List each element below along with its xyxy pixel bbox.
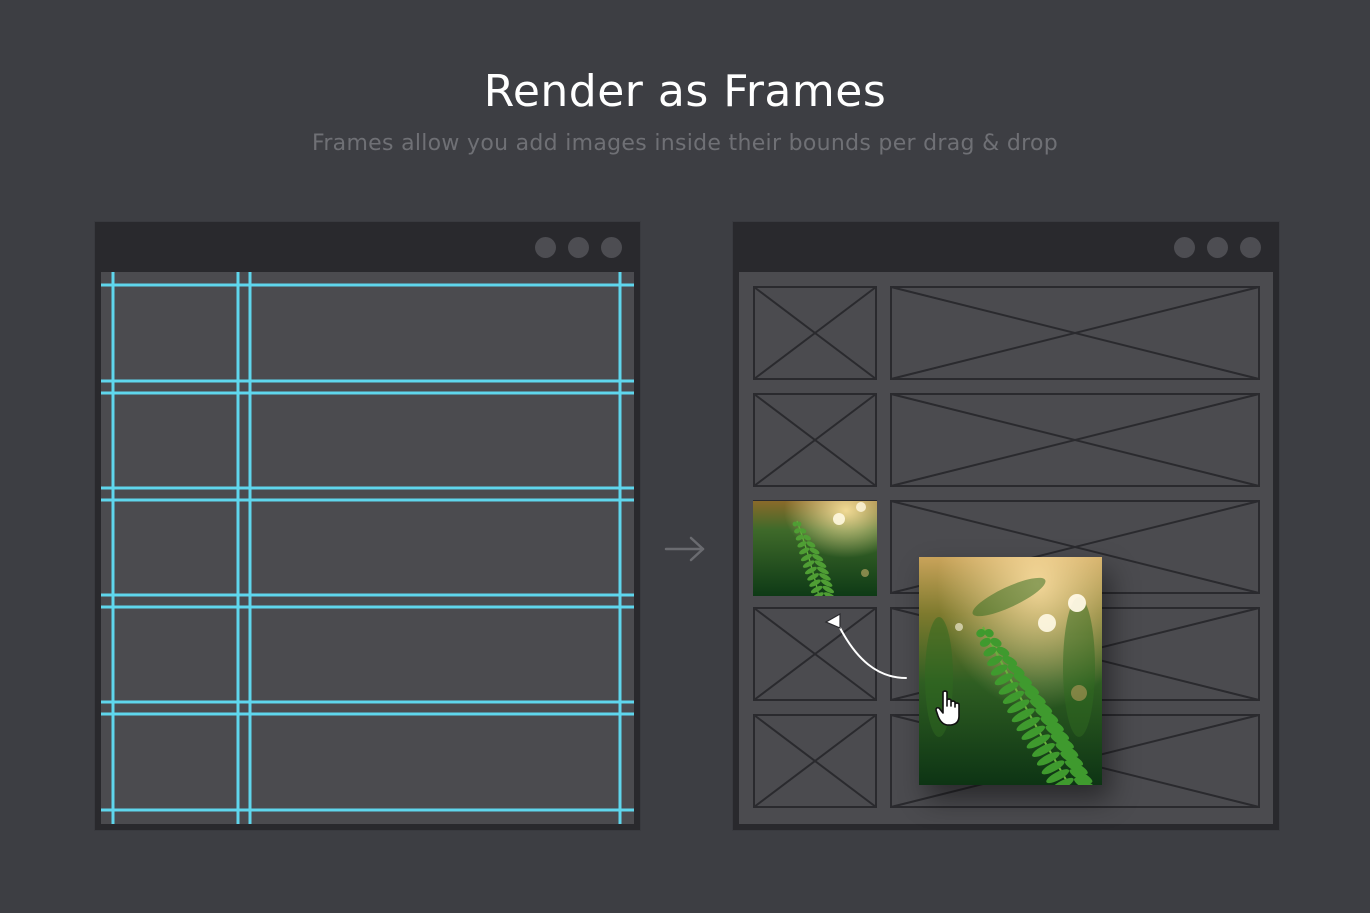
fern-photo-in-frame[interactable] — [753, 501, 877, 596]
window-titlebar — [95, 222, 640, 272]
page-subtitle: Frames allow you add images inside their… — [311, 131, 1059, 156]
hand-cursor-icon — [935, 690, 960, 726]
fern-photo — [753, 501, 877, 596]
page: Render as Frames Frames allow you add im… — [0, 0, 1370, 913]
image-placeholder-icon[interactable] — [890, 286, 1260, 380]
image-placeholder-icon[interactable] — [753, 286, 877, 380]
window-control-icon[interactable] — [1207, 237, 1228, 258]
image-placeholder-icon[interactable] — [753, 714, 877, 808]
image-placeholder-icon[interactable] — [890, 393, 1260, 487]
curved-arrow-icon — [824, 612, 907, 679]
window-titlebar — [733, 222, 1279, 272]
page-title: Render as Frames — [483, 66, 887, 117]
window-control-icon[interactable] — [1174, 237, 1195, 258]
window-control-icon[interactable] — [601, 237, 622, 258]
guide-grid — [101, 272, 634, 824]
window-control-icon[interactable] — [1240, 237, 1261, 258]
arrow-right-icon — [664, 536, 705, 562]
guides-window — [95, 222, 640, 830]
window-control-icon[interactable] — [535, 237, 556, 258]
fern-photo — [919, 557, 1102, 785]
window-control-icon[interactable] — [568, 237, 589, 258]
image-placeholder-icon[interactable] — [753, 393, 877, 487]
guides-canvas — [101, 272, 634, 824]
dragged-fern-photo[interactable] — [919, 557, 1102, 785]
